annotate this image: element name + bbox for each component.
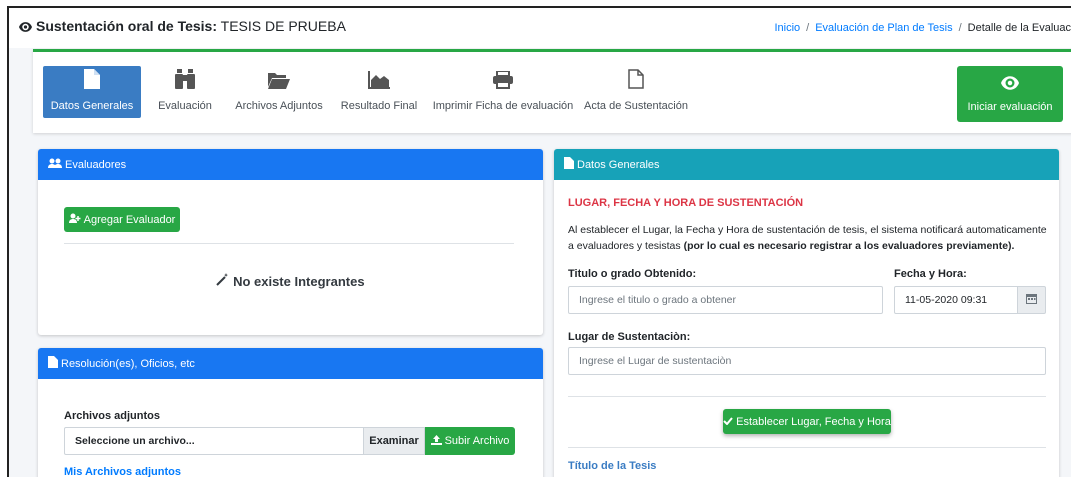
evaluadores-header: Evaluadores	[38, 149, 543, 180]
eye-icon	[1001, 75, 1019, 101]
empty-state-text: No existe Integrantes	[233, 274, 365, 289]
file-icon	[564, 157, 577, 172]
file-icon	[48, 356, 61, 371]
breadcrumb-separator: /	[958, 22, 962, 34]
breadcrumb: Inicio / Evaluación de Plan de Tesis / Detal…	[774, 22, 1071, 34]
evaluadores-card: Evaluadores Agregar Evaluador No existe …	[38, 149, 543, 335]
archivos-adjuntos-label: Archivos adjuntos	[64, 410, 160, 422]
establecer-button[interactable]: Establecer Lugar, Fecha y Hora	[723, 409, 891, 434]
datos-generales-title: Datos Generales	[577, 158, 660, 171]
tab-resultado-final[interactable]: Resultado Final	[339, 66, 419, 118]
top-bar: Sustentación oral de Tesis: TESIS DE PRU…	[9, 8, 1071, 48]
info-text: Al establecer el Lugar, la Fecha y Hora …	[568, 222, 1048, 254]
tab-archivos-adjuntos[interactable]: Archivos Adjuntos	[231, 66, 327, 118]
establecer-label: Establecer Lugar, Fecha y Hora	[736, 415, 891, 428]
check-icon	[723, 416, 736, 428]
tab-label: Archivos Adjuntos	[235, 100, 323, 112]
lugar-label: Lugar de Sustentaciòn:	[568, 331, 691, 343]
title-prefix: Sustentación oral de Tesis:	[36, 18, 218, 34]
agregar-evaluador-button[interactable]: Agregar Evaluador	[64, 207, 180, 232]
tab-datos-generales[interactable]: Datos Generales	[43, 66, 141, 118]
datos-generales-card: Datos Generales LUGAR, FECHA Y HORA DE S…	[554, 149, 1059, 477]
breadcrumb-evaluacion[interactable]: Evaluación de Plan de Tesis	[815, 22, 952, 34]
users-icon	[48, 158, 65, 171]
fecha-input[interactable]: 11-05-2020 09:31	[894, 286, 1018, 314]
magic-wand-icon	[216, 273, 233, 289]
tab-label: Evaluación	[158, 100, 212, 112]
page-title: Sustentación oral de Tesis: TESIS DE PRU…	[19, 18, 346, 35]
iniciar-evaluacion-label: Iniciar evaluación	[967, 100, 1053, 113]
lugar-input[interactable]: Ingrese el Lugar de sustentaciòn	[568, 347, 1046, 375]
agregar-evaluador-label: Agregar Evaluador	[83, 213, 176, 226]
divider	[568, 396, 1046, 397]
app-frame: Sustentación oral de Tesis: TESIS DE PRU…	[7, 6, 1071, 477]
area-chart-icon	[368, 71, 390, 100]
tab-label: Resultado Final	[340, 100, 418, 112]
eye-icon	[19, 19, 32, 35]
titulo-tesis-label: Título de la Tesis	[568, 460, 657, 472]
resoluciones-card: Resolución(es), Oficios, etc Archivos ad…	[38, 348, 543, 477]
info-text-bold: (por lo cual es necesario registrar a lo…	[683, 240, 1015, 252]
print-icon	[493, 70, 513, 100]
tab-label: Datos Generales	[50, 100, 134, 112]
subir-archivo-label: Subir Archivo	[444, 435, 510, 447]
datos-generales-header: Datos Generales	[554, 149, 1059, 180]
mis-archivos-link[interactable]: Mis Archivos adjuntos	[64, 466, 181, 477]
examinar-button[interactable]: Examinar	[363, 427, 425, 455]
grado-label: Titulo o grado Obtenido:	[568, 268, 697, 280]
iniciar-evaluacion-button[interactable]: Iniciar evaluación	[957, 66, 1063, 122]
tab-acta-sustentacion[interactable]: Acta de Sustentación	[584, 66, 688, 118]
file-outline-icon	[628, 69, 644, 100]
subir-archivo-button[interactable]: Subir Archivo	[425, 427, 515, 455]
breadcrumb-inicio[interactable]: Inicio	[774, 22, 800, 34]
tab-evaluacion[interactable]: Evaluación	[155, 66, 215, 118]
evaluadores-title: Evaluadores	[65, 158, 127, 171]
tab-label: Imprimir Ficha de evaluación	[432, 100, 574, 112]
toolbar-card: Datos Generales Evaluación Archivos Adju…	[33, 49, 1071, 133]
divider	[64, 243, 514, 244]
user-plus-icon	[68, 213, 84, 226]
folder-open-icon	[268, 71, 290, 100]
file-select-input[interactable]: Seleccione un archivo...	[64, 427, 364, 455]
tab-label: Acta de Sustentación	[584, 100, 688, 112]
title-value: TESIS DE PRUEBA	[220, 18, 346, 34]
section-title: LUGAR, FECHA Y HORA DE SUSTENTACIÓN	[568, 197, 804, 209]
resoluciones-title: Resolución(es), Oficios, etc	[61, 357, 195, 370]
binoculars-icon	[175, 69, 195, 100]
resoluciones-header: Resolución(es), Oficios, etc	[38, 348, 543, 379]
divider	[568, 447, 1046, 448]
calendar-button[interactable]	[1017, 286, 1046, 314]
file-icon	[84, 69, 100, 100]
empty-state: No existe Integrantes	[38, 273, 543, 289]
fecha-label: Fecha y Hora:	[894, 268, 967, 280]
grado-input[interactable]: Ingrese el titulo o grado a obtener	[568, 286, 883, 314]
calendar-icon	[1026, 293, 1037, 307]
upload-icon	[430, 434, 445, 448]
tab-imprimir-ficha[interactable]: Imprimir Ficha de evaluación	[433, 66, 573, 118]
breadcrumb-separator: /	[806, 22, 810, 34]
breadcrumb-current: Detalle de la Evaluac	[967, 22, 1071, 34]
